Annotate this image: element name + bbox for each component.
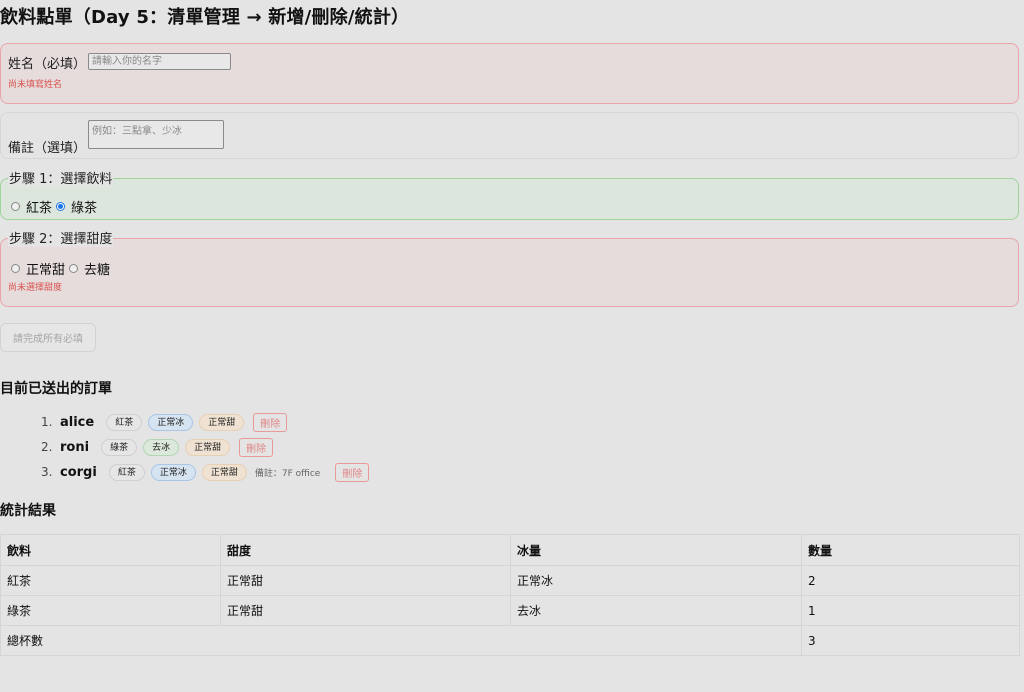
order-note: 備註：7F office [254, 468, 321, 479]
sweetness-option-normal[interactable]: 正常甜 [11, 259, 65, 278]
cell-ice: 正常冰 [510, 565, 802, 596]
order-customer-name: alice [60, 414, 95, 430]
note-label: 備註（選填） [8, 141, 87, 156]
cell-count: 1 [801, 595, 1020, 626]
ice-chip: 去冰 [143, 438, 180, 456]
delete-order-button[interactable]: 刪除 [239, 437, 274, 457]
drink-chip: 綠茶 [101, 438, 138, 456]
order-customer-name: corgi [60, 464, 97, 480]
delete-order-button[interactable]: 刪除 [335, 462, 370, 482]
order-list-item: 3. corgi 紅茶 正常冰 正常甜 備註：7F office 刪除 [41, 462, 370, 482]
cell-drink: 綠茶 [0, 595, 221, 626]
ice-chip: 正常冰 [150, 463, 196, 481]
cell-ice: 去冰 [510, 595, 802, 626]
sweetness-step-legend: 步驟 2：選擇甜度 [8, 232, 114, 247]
stats-header-row: 飲料 甜度 冰量 數量 [0, 534, 1020, 566]
cell-sweetness: 正常甜 [220, 565, 511, 596]
total-label: 總杯數 [0, 625, 802, 656]
radio-unchecked-icon[interactable] [69, 264, 79, 273]
name-input[interactable] [88, 53, 231, 70]
header-ice: 冰量 [510, 534, 802, 566]
order-list-item: 2. roni 綠茶 去冰 正常甜 刪除 [41, 437, 274, 457]
sweetness-option-label: 正常甜 [26, 263, 66, 278]
submit-button[interactable]: 請完成所有必填 [0, 323, 96, 352]
total-count: 3 [801, 625, 1020, 656]
order-number: 2. [41, 440, 53, 454]
drink-step-fieldset: 步驟 1：選擇飲料 紅茶 綠茶 [0, 173, 1019, 220]
total-row: 總杯數 3 [0, 625, 1020, 656]
name-error-message: 尚未填寫姓名 [8, 80, 63, 90]
drink-option-green-tea[interactable]: 綠茶 [56, 197, 97, 216]
drink-option-black-tea[interactable]: 紅茶 [11, 197, 52, 216]
drink-chip: 紅茶 [108, 463, 145, 481]
header-count: 數量 [801, 534, 1020, 566]
name-label: 姓名（必填） [8, 57, 87, 72]
sweetness-step-fieldset: 步驟 2：選擇甜度 正常甜 去糖 尚未選擇甜度 [0, 233, 1019, 307]
drink-option-label: 紅茶 [26, 201, 53, 216]
sweetness-radio-group: 正常甜 去糖 [11, 259, 114, 278]
sweetness-error-message: 尚未選擇甜度 [8, 283, 63, 293]
stats-table: 飲料 甜度 冰量 數量 紅茶 正常甜 正常冰 2 綠茶 正常甜 去冰 1 總杯數… [0, 534, 1020, 656]
stats-section-title: 統計結果 [0, 503, 56, 519]
header-drink: 飲料 [0, 534, 221, 566]
table-row: 紅茶 正常甜 正常冰 2 [0, 565, 1020, 596]
order-customer-name: roni [60, 439, 90, 455]
drink-radio-group: 紅茶 綠茶 [11, 197, 101, 216]
drink-step-legend: 步驟 1：選擇飲料 [8, 172, 114, 187]
header-sweetness: 甜度 [220, 534, 511, 566]
sweetness-chip: 正常甜 [199, 413, 245, 431]
radio-unchecked-icon[interactable] [11, 264, 20, 273]
page-title: 飲料點單（Day 5：清單管理 → 新增/刪除/統計） [0, 7, 410, 28]
drink-chip: 紅茶 [106, 413, 143, 431]
order-list-item: 1. alice 紅茶 正常冰 正常甜 刪除 [41, 412, 288, 432]
cell-count: 2 [801, 565, 1020, 596]
cell-sweetness: 正常甜 [220, 595, 511, 626]
sweetness-chip: 正常甜 [185, 438, 231, 456]
name-field-group: 姓名（必填） 尚未填寫姓名 [0, 43, 1019, 104]
drink-option-label: 綠茶 [71, 201, 98, 216]
radio-checked-icon[interactable] [56, 202, 66, 211]
sweetness-option-no-sugar[interactable]: 去糖 [69, 259, 110, 278]
order-number: 3. [41, 465, 53, 479]
note-textarea[interactable] [88, 120, 224, 149]
delete-order-button[interactable]: 刪除 [253, 412, 288, 432]
ice-chip: 正常冰 [148, 413, 194, 431]
note-field-group: 備註（選填） [0, 112, 1019, 159]
order-number: 1. [41, 415, 53, 429]
sweetness-chip: 正常甜 [201, 463, 247, 481]
orders-section-title: 目前已送出的訂單 [0, 381, 112, 397]
radio-unchecked-icon[interactable] [11, 202, 20, 211]
sweetness-option-label: 去糖 [84, 263, 111, 278]
table-row: 綠茶 正常甜 去冰 1 [0, 595, 1020, 626]
cell-drink: 紅茶 [0, 565, 221, 596]
